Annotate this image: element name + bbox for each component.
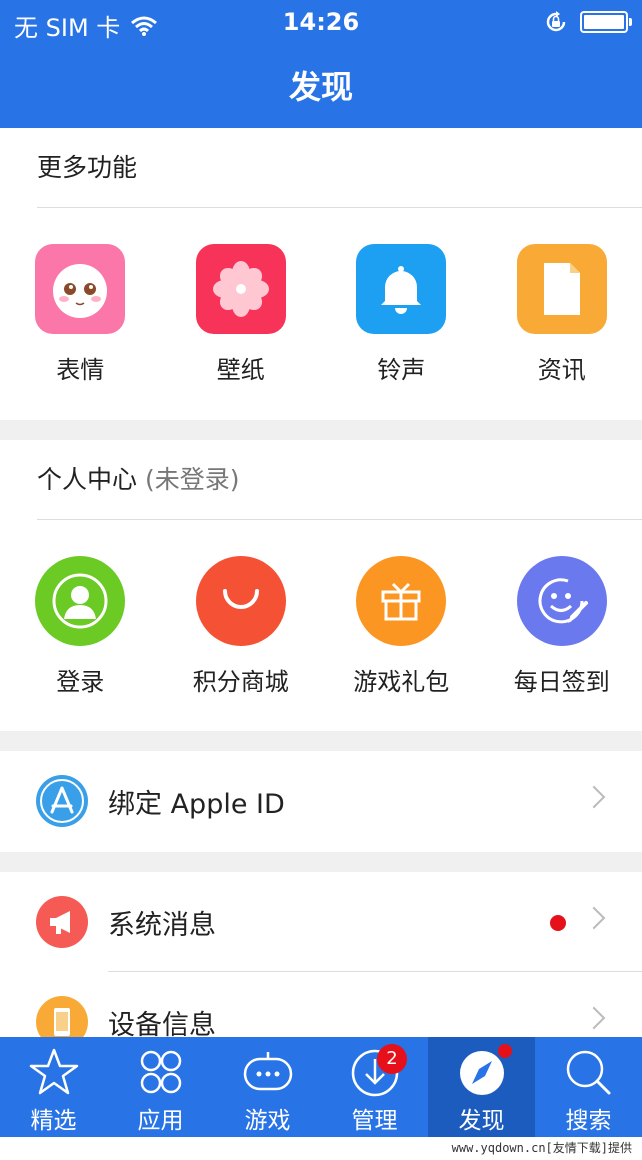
personal-login[interactable]: 登录 (0, 556, 161, 697)
personal-center-grid: 登录 积分商城 游戏礼包 每日签到 (0, 520, 642, 697)
personal-center-title-text: 个人中心 (37, 465, 138, 494)
chevron-right-icon (582, 906, 606, 930)
tab-label: 搜索 (565, 1108, 612, 1134)
personal-label: 登录 (56, 668, 105, 696)
smile-arc-icon (195, 556, 286, 646)
system-messages-row[interactable]: 系统消息 (0, 872, 642, 972)
app-store-icon (36, 775, 88, 827)
tab-manage[interactable]: 2 管理 (321, 1037, 428, 1137)
tab-discover[interactable]: 发现 (428, 1037, 535, 1137)
more-features-title: 更多功能 (37, 128, 642, 208)
update-count-badge: 2 (377, 1044, 407, 1074)
bell-icon (356, 244, 447, 334)
device-info-label: 设备信息 (108, 1009, 216, 1038)
page-title: 发现 (288, 68, 353, 106)
personal-label: 每日签到 (513, 668, 610, 696)
personal-daily-signin[interactable]: 每日签到 (482, 556, 642, 697)
status-bar: 无 SIM 卡 14:26 (0, 0, 642, 44)
bind-apple-id-row[interactable]: 绑定 Apple ID (0, 751, 642, 851)
apps-grid-icon (140, 1050, 181, 1094)
feature-ringtone[interactable]: 铃声 (321, 244, 482, 385)
status-right (544, 10, 632, 34)
flower-wallpaper-icon (195, 244, 286, 334)
feature-label: 铃声 (377, 356, 426, 384)
personal-game-gift[interactable]: 游戏礼包 (321, 556, 482, 697)
phone-icon (36, 996, 88, 1037)
personal-label: 游戏礼包 (353, 668, 450, 696)
system-messages-label: 系统消息 (108, 909, 216, 941)
feature-news[interactable]: 资讯 (482, 244, 642, 385)
megaphone-icon (36, 896, 88, 948)
feature-emoji[interactable]: 表情 (0, 244, 161, 385)
login-status-text: (未登录) (144, 465, 240, 494)
personal-center-card: 个人中心 (未登录) 登录 积分商城 游戏礼包 每日签到 (0, 440, 642, 731)
new-dot (498, 1044, 512, 1058)
emoji-face-icon (35, 244, 126, 334)
personal-points-mall[interactable]: 积分商城 (161, 556, 322, 697)
header: 无 SIM 卡 14:26 发现 (0, 0, 642, 128)
tab-label: 精选 (30, 1108, 77, 1134)
gamepad-icon (243, 1052, 292, 1091)
chevron-right-icon (582, 1006, 606, 1030)
user-icon (35, 556, 126, 646)
star-icon (29, 1048, 78, 1095)
watermark: www.yqdown.cn[友情下载]提供 (0, 1137, 642, 1160)
more-features-title-text: 更多功能 (37, 153, 138, 182)
feature-label: 壁纸 (216, 356, 265, 384)
bind-apple-id-label: 绑定 Apple ID (108, 788, 285, 820)
tab-label: 管理 (351, 1108, 398, 1134)
tab-label: 应用 (137, 1108, 184, 1134)
tab-bar: 精选 应用 游戏 2 管理 发现 搜索 (0, 1037, 642, 1137)
personal-center-title: 个人中心 (未登录) (37, 440, 642, 520)
battery-icon (580, 11, 632, 33)
chevron-right-icon (582, 785, 606, 809)
gift-icon (356, 556, 447, 646)
device-info-row[interactable]: 设备信息 (0, 972, 642, 1037)
search-icon (566, 1050, 610, 1095)
personal-label: 积分商城 (192, 668, 289, 696)
tab-label: 游戏 (244, 1108, 291, 1134)
more-features-card: 更多功能 表情 壁纸 铃声 资讯 (0, 128, 642, 420)
tab-search[interactable]: 搜索 (535, 1037, 642, 1137)
unread-dot (550, 915, 566, 931)
signin-smile-icon (516, 556, 607, 646)
document-icon (516, 244, 607, 334)
apple-id-card: 绑定 Apple ID (0, 751, 642, 852)
tab-label: 发现 (458, 1108, 505, 1134)
tab-featured[interactable]: 精选 (0, 1037, 107, 1137)
rotation-lock-icon (546, 11, 566, 32)
system-card: 系统消息 设备信息 (0, 872, 642, 1037)
tab-apps[interactable]: 应用 (107, 1037, 214, 1137)
tab-games[interactable]: 游戏 (214, 1037, 321, 1137)
feature-label: 表情 (56, 356, 105, 384)
feature-wallpaper[interactable]: 壁纸 (161, 244, 322, 385)
more-features-grid: 表情 壁纸 铃声 资讯 (0, 208, 642, 385)
feature-label: 资讯 (537, 356, 586, 384)
